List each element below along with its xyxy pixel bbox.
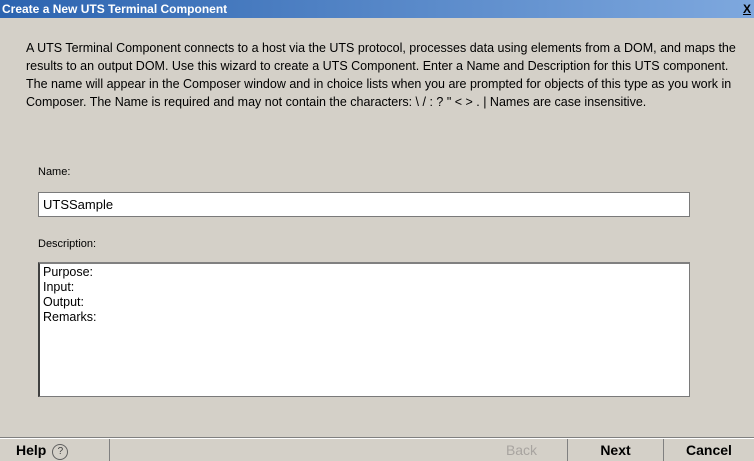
description-label: Description: xyxy=(38,238,97,250)
close-icon[interactable]: X xyxy=(740,1,754,17)
help-button[interactable]: Help? xyxy=(0,439,110,461)
help-icon: ? xyxy=(52,444,69,460)
name-input[interactable] xyxy=(38,192,690,217)
back-button[interactable]: Back xyxy=(476,439,568,461)
window-title: Create a New UTS Terminal Component xyxy=(2,2,228,16)
help-button-label: Help xyxy=(16,442,47,458)
title-bar: Create a New UTS Terminal Component X xyxy=(0,0,754,18)
description-textarea[interactable]: Purpose: Input: Output: Remarks: xyxy=(38,262,690,397)
intro-text: A UTS Terminal Component connects to a h… xyxy=(26,41,736,109)
next-button[interactable]: Next xyxy=(568,439,664,461)
name-label: Name: xyxy=(38,166,71,178)
cancel-button[interactable]: Cancel xyxy=(664,439,754,461)
